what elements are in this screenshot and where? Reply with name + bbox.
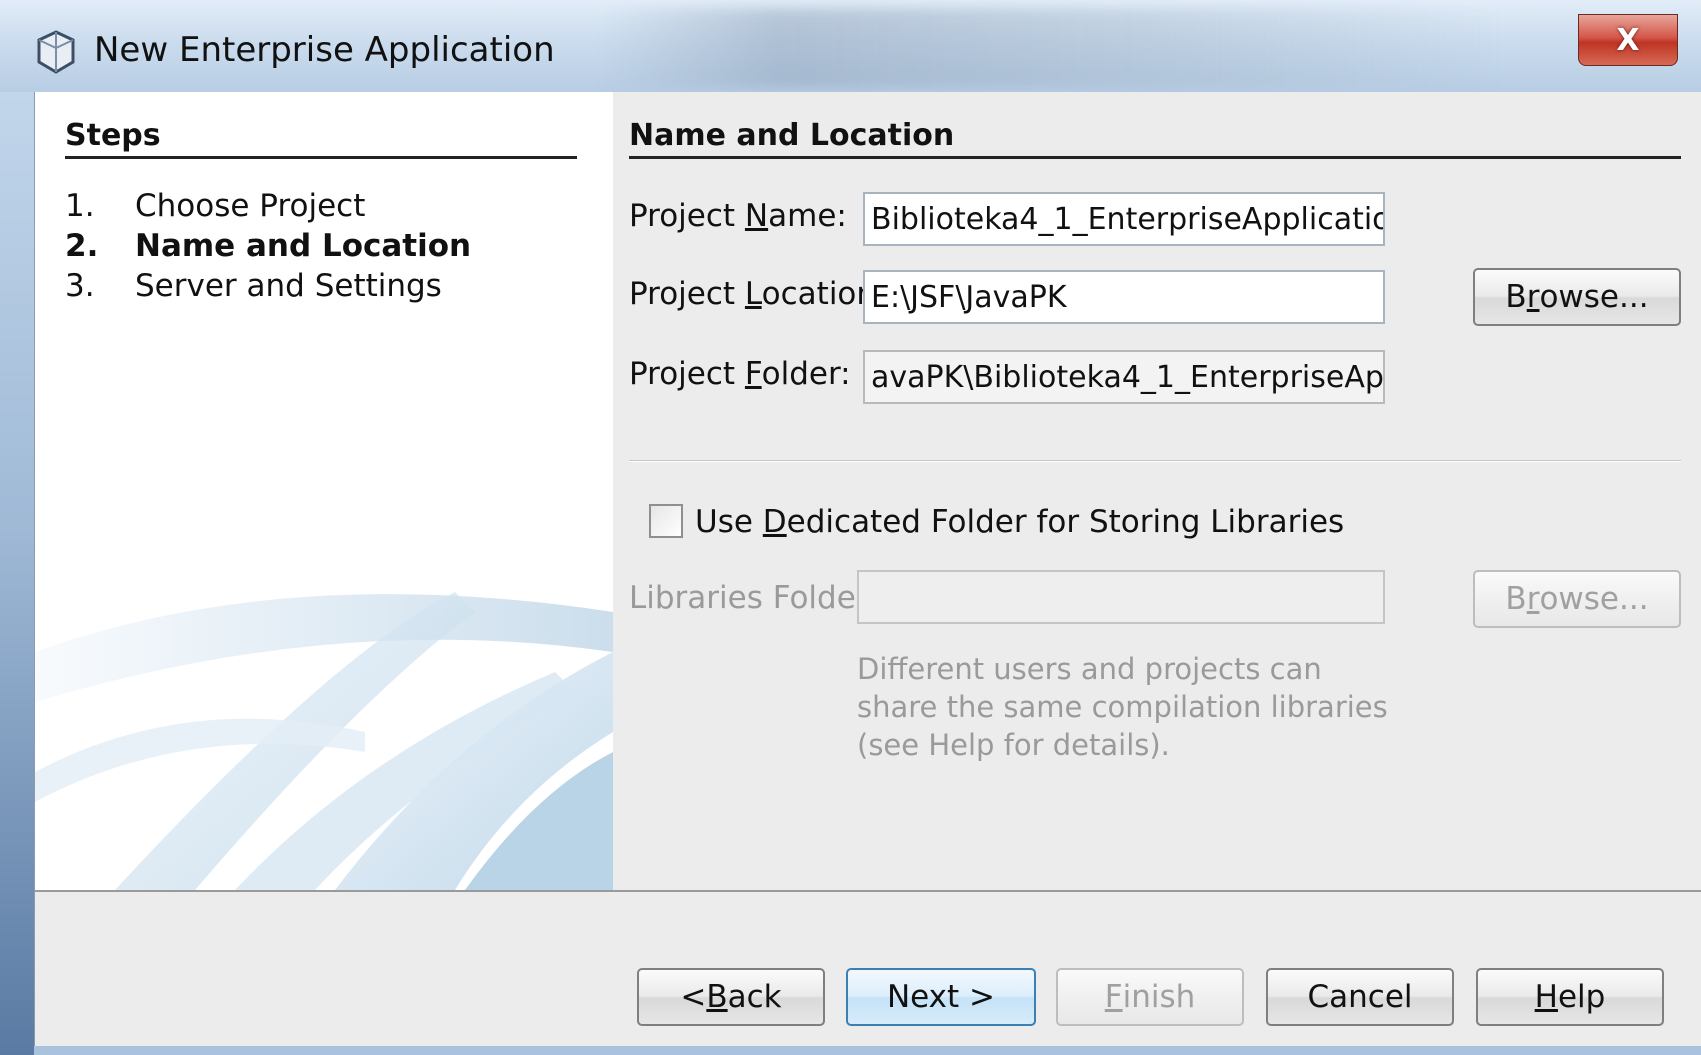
window-frame xyxy=(0,0,34,1055)
steps-heading: Steps xyxy=(65,118,161,153)
back-button[interactable]: < Back xyxy=(637,968,825,1026)
libraries-hint-line: (see Help for details). xyxy=(857,728,1170,762)
project-location-label: Project Location: xyxy=(629,276,887,312)
dialog-content: Steps 1. Choose Project 2. Name and Loca… xyxy=(34,92,1701,1046)
project-folder-field: avaPK\Biblioteka4_1_EnterpriseAppl xyxy=(863,350,1385,404)
background-window-blur xyxy=(600,8,1500,88)
form-panel: Name and Location Project Name: Bibliote… xyxy=(613,92,1701,890)
dedicated-folder-label[interactable]: Use Dedicated Folder for Storing Librari… xyxy=(695,504,1344,540)
step-number: 3. xyxy=(65,268,95,304)
steps-heading-rule xyxy=(65,156,577,159)
close-icon: X xyxy=(1616,22,1640,58)
window-title: New Enterprise Application xyxy=(94,30,555,70)
step-item-name-and-location: 2. Name and Location xyxy=(65,228,471,264)
help-button[interactable]: Help xyxy=(1476,968,1664,1026)
step-item-server-and-settings: 3. Server and Settings xyxy=(65,268,442,304)
form-heading: Name and Location xyxy=(629,118,955,153)
dialog-window: New Enterprise Application X Steps 1. Ch… xyxy=(0,0,1701,1055)
step-label: Server and Settings xyxy=(135,268,442,304)
libraries-hint-line: Different users and projects can xyxy=(857,652,1322,686)
step-item-choose-project: 1. Choose Project xyxy=(65,188,365,224)
step-label: Name and Location xyxy=(135,228,472,264)
step-label: Choose Project xyxy=(135,188,366,224)
finish-button: Finish xyxy=(1056,968,1244,1026)
libraries-folder-field xyxy=(857,570,1385,624)
next-button[interactable]: Next > xyxy=(846,968,1036,1026)
steps-panel: Steps 1. Choose Project 2. Name and Loca… xyxy=(35,92,613,890)
form-heading-rule xyxy=(629,156,1681,159)
project-folder-label: Project Folder: xyxy=(629,356,851,392)
project-name-field[interactable]: Biblioteka4_1_EnterpriseApplication xyxy=(863,192,1385,246)
button-bar: < Back Next > Finish Cancel Help xyxy=(35,890,1701,1046)
step-number: 1. xyxy=(65,188,95,224)
libraries-folder-browse-button: Br owse... xyxy=(1473,570,1681,628)
project-location-field[interactable]: E:\JSF\JavaPK xyxy=(863,270,1385,324)
libraries-hint-line: share the same compilation libraries xyxy=(857,690,1388,724)
close-button[interactable]: X xyxy=(1578,14,1678,66)
app-icon xyxy=(37,30,75,74)
project-location-browse-button[interactable]: Br owse... xyxy=(1473,268,1681,326)
title-bar[interactable]: New Enterprise Application X xyxy=(0,0,1701,92)
project-name-label: Project Name: xyxy=(629,198,847,234)
separator xyxy=(629,460,1681,462)
step-number: 2. xyxy=(65,228,99,264)
libraries-folder-label: Libraries Folder: xyxy=(629,580,879,616)
cancel-button[interactable]: Cancel xyxy=(1266,968,1454,1026)
dedicated-folder-checkbox[interactable] xyxy=(649,504,683,538)
